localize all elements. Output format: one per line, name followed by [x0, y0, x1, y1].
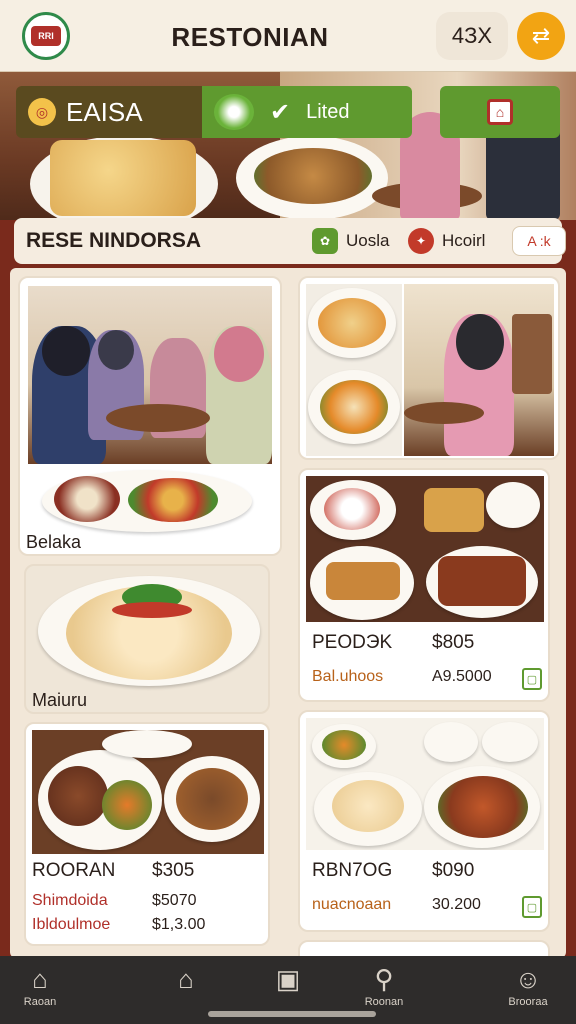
menu-card-belaka[interactable]: Belaka	[18, 276, 282, 556]
item-sub: nuacnoaan	[312, 896, 392, 913]
item-price: $805	[432, 632, 475, 653]
dish-photo	[32, 730, 264, 854]
table	[404, 402, 484, 424]
vegetables	[102, 780, 152, 830]
nav-home-outline[interactable]: ⌂	[146, 964, 226, 1016]
plate	[482, 722, 538, 762]
diners-photo	[28, 286, 272, 464]
rice-bowl	[324, 488, 380, 530]
menu-card-photo[interactable]	[298, 276, 560, 460]
diner-head	[456, 314, 504, 370]
item-sub: Bal.uhoos	[312, 668, 384, 685]
home-filled-icon: ⌂	[32, 964, 48, 994]
nav-profile[interactable]: ☺ Brooraa	[488, 964, 568, 1016]
nav-label: Raoan	[23, 996, 57, 1008]
item-price: $305	[152, 860, 195, 881]
share-icon: ⇄	[531, 23, 551, 48]
header-pill-button[interactable]: 4ЗX	[436, 12, 508, 60]
nav-label: Roonan	[364, 996, 404, 1008]
chip-2-label: Hcoirl	[442, 231, 486, 250]
nav-menu[interactable]: ▣	[248, 964, 328, 1016]
house-icon: ⌂	[487, 99, 513, 125]
item-sub-price: A9.5000	[432, 668, 492, 685]
stew	[176, 768, 248, 830]
diner-photo	[404, 284, 554, 456]
side-bowl	[486, 482, 540, 528]
app-title: RESTONIAN	[171, 22, 329, 52]
share-button[interactable]: ⇄	[517, 12, 565, 60]
menu-panel: Belaka Maiuru ROORAN $305 Shimdoida $507…	[10, 268, 566, 958]
dish-photo	[306, 718, 544, 850]
item-sub-1: Shimdoida	[32, 892, 108, 909]
item-name: RBN7OG	[312, 860, 393, 881]
dish-photo	[306, 476, 544, 622]
app-header: RRI RESTONIAN 4ЗX ⇄	[0, 0, 576, 72]
curry-dish	[320, 380, 388, 434]
filter-tag[interactable]: A :k	[512, 226, 566, 256]
dish-icon: ◎	[28, 98, 56, 126]
nav-label: Brooraa	[508, 996, 548, 1008]
hero-noodles	[254, 148, 372, 204]
chip-1-label: Uosla	[346, 231, 390, 250]
home-outline-icon: ⌂	[178, 964, 194, 994]
plate	[424, 722, 478, 762]
chicken-vegetables	[438, 776, 528, 838]
filter-chip-2[interactable]: ✦ Hcoirl	[408, 228, 485, 254]
item-name: ROORAN	[32, 860, 116, 881]
salad	[322, 730, 366, 760]
item-price: $090	[432, 860, 475, 881]
card-label: Belaka	[26, 532, 82, 552]
leaf-icon: ✿	[312, 228, 338, 254]
hero-roti	[50, 140, 196, 216]
dish-photo	[306, 284, 402, 456]
mixed-dish	[128, 478, 218, 522]
nav-home[interactable]: ⌂ Raoan	[0, 964, 80, 1016]
menu-card-rooran[interactable]: ROORAN $305 Shimdoida $5070 Ibldoulmoe $…	[24, 722, 270, 946]
rice	[332, 780, 404, 832]
item-sub-2: Ibldoulmoe	[32, 916, 111, 933]
check-icon: ✔	[270, 98, 291, 126]
menu-card-icon: ▣	[275, 964, 301, 994]
search-icon: ⚲	[374, 964, 394, 994]
fries	[424, 488, 484, 532]
shelf	[512, 314, 552, 394]
add-to-cart-icon[interactable]: ▢	[522, 896, 542, 918]
meatballs	[48, 766, 108, 826]
table	[106, 404, 210, 432]
menu-card-rbn7og[interactable]: RBN7OG $090 nuacnoaan 30.200 ▢	[298, 710, 550, 932]
profile-icon: ☺	[514, 964, 542, 994]
item-sub-price: 30.200	[432, 896, 481, 913]
hero-category-left[interactable]: ◎ EAISA	[16, 86, 202, 138]
section-header: RESE NINDORSA ✿ Uosla ✦ Hcoirl A :k	[14, 218, 566, 264]
add-to-cart-icon[interactable]: ▢	[522, 668, 542, 690]
diner-head	[98, 330, 134, 370]
hero-mid-label: Lited	[306, 100, 350, 123]
hero-left-label: EAISA	[66, 96, 143, 127]
item-sub-1-price: $5070	[152, 892, 197, 909]
menu-card-maiuru[interactable]: Maiuru	[24, 564, 270, 714]
filter-chip-1[interactable]: ✿ Uosla	[312, 228, 389, 254]
diner-head	[42, 326, 90, 376]
rice-dish	[318, 298, 386, 348]
hero-home-button[interactable]: ⌂	[440, 86, 560, 138]
herb-icon	[214, 94, 254, 130]
item-sub-2-price: $1,3.00	[152, 916, 206, 933]
card-label: Maiuru	[32, 690, 88, 710]
grilled-meat	[438, 556, 526, 606]
nav-search[interactable]: ⚲ Roonan	[344, 964, 424, 1016]
hero-category-mid[interactable]: ✔ Lited	[202, 86, 412, 138]
section-title: RESE NINDORSA	[26, 229, 202, 252]
home-indicator[interactable]	[208, 1011, 376, 1017]
item-name: PEODЭK	[312, 632, 393, 653]
menu-card-peodek[interactable]: PEODЭK $805 Bal.uhoos A9.5000 ▢	[298, 468, 550, 702]
diner-head	[214, 326, 264, 382]
bowl-rice	[54, 476, 120, 522]
chili-icon: ✦	[408, 228, 434, 254]
grilled-fish	[326, 562, 400, 600]
chili-garnish	[112, 602, 192, 618]
side-dish	[102, 730, 192, 758]
